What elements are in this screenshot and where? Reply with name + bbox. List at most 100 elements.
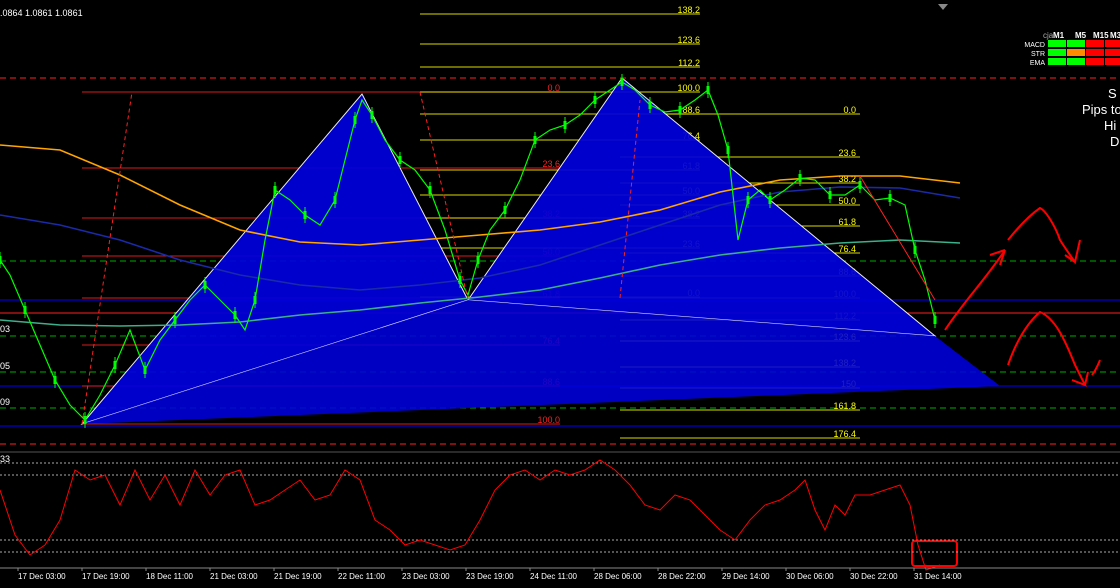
- right-panel-line4: D: [1110, 134, 1120, 149]
- fib-c-label-0: 0.0: [843, 105, 856, 115]
- fib-c-label-13: 176.4: [833, 429, 856, 439]
- candle-body-32: [428, 186, 432, 194]
- candle-body-10: [143, 366, 147, 374]
- candle-body-34: [458, 276, 462, 284]
- fib-b-label-3: 100.0: [677, 83, 700, 93]
- x-axis: 17 Dec 03:00 17 Dec 19:00 18 Dec 11:00 21 D…: [0, 567, 1120, 581]
- candle-body-38: [503, 206, 507, 214]
- candle-body-46: [620, 78, 624, 86]
- price-chart[interactable]: 0.023.638.250.061.876.488.6100.0138.2123…: [0, 0, 1120, 588]
- candle-body-68: [913, 246, 917, 254]
- x-tick-label-11: 29 Dec 14:00: [722, 572, 770, 581]
- x-tick-label-6: 23 Dec 03:00: [402, 572, 450, 581]
- right-panel-line1: S: [1108, 86, 1117, 101]
- right-panel-line3: Hi: [1104, 118, 1117, 133]
- candle-body-8: [113, 361, 117, 369]
- candle-body-62: [828, 191, 832, 199]
- panel-cell-0-1: [1067, 40, 1085, 47]
- fib-c-label-1: 23.6: [838, 148, 856, 158]
- candle-body-2: [23, 306, 27, 314]
- pattern-triangle-right[interactable]: [467, 77, 937, 337]
- candle-body-24: [333, 196, 337, 204]
- trendline-red-4[interactable]: [859, 175, 936, 301]
- candle-body-6: [83, 416, 87, 424]
- candle-body-0: [0, 256, 2, 264]
- fib-a-label-1: 23.6: [542, 159, 560, 169]
- candle-body-18: [253, 296, 257, 304]
- panel-cell-2-0: [1048, 58, 1066, 65]
- y-label-05: 05: [0, 361, 10, 371]
- annotation-box[interactable]: [911, 540, 958, 567]
- ohlc-readout: .0864 1.0861 1.0861: [0, 8, 83, 18]
- fib-c-label-3: 50.0: [838, 196, 856, 206]
- panel-cell-0-2: [1086, 40, 1104, 47]
- x-tick-label-0: 17 Dec 03:00: [18, 572, 66, 581]
- candle-body-64: [858, 181, 862, 189]
- fib-b-label-0: 138.2: [677, 5, 700, 15]
- annotation-arrow-down[interactable]: [1007, 310, 1101, 387]
- candle-body-20: [273, 186, 277, 194]
- x-tick-label-1: 17 Dec 19:00: [82, 572, 130, 581]
- candle-body-26: [353, 116, 357, 124]
- fib-a-label-7: 100.0: [537, 415, 560, 425]
- panel-cell-2-2: [1086, 58, 1104, 65]
- x-tick-label-14: 31 Dec 14:00: [914, 572, 962, 581]
- candle-body-66: [888, 194, 892, 202]
- candle-body-60: [798, 174, 802, 182]
- fib-c-label-4: 61.8: [838, 217, 856, 227]
- fib-c-label-12: 161.8: [833, 401, 856, 411]
- panel-row-label-0: MACD: [1024, 42, 1045, 49]
- x-tick-label-7: 23 Dec 19:00: [466, 572, 514, 581]
- candle-body-16: [233, 311, 237, 319]
- y-label-03: 03: [0, 324, 10, 334]
- x-tick-label-5: 22 Dec 11:00: [338, 572, 386, 581]
- candle-body-48: [648, 101, 652, 109]
- chart-scroll-arrow-icon[interactable]: [938, 4, 948, 10]
- oscillator-line: [0, 459, 941, 571]
- x-tick-label-12: 30 Dec 06:00: [786, 572, 834, 581]
- panel-row-label-1: STR: [1031, 51, 1045, 58]
- candle-body-58: [768, 196, 772, 204]
- x-tick-label-4: 21 Dec 19:00: [274, 572, 322, 581]
- y-label-09: 09: [0, 397, 10, 407]
- fib-b-label-2: 112.2: [678, 58, 700, 68]
- panel-header-2: M5: [1075, 31, 1087, 40]
- candle-body-36: [476, 256, 480, 264]
- panel-row-label-2: EMA: [1030, 60, 1046, 67]
- x-tick-label-8: 24 Dec 11:00: [530, 572, 578, 581]
- candle-body-12: [173, 316, 177, 324]
- oscillator-label: 33: [0, 454, 10, 464]
- candle-body-22: [303, 211, 307, 219]
- panel-header-3: M15: [1093, 31, 1109, 40]
- panel-cell-2-1: [1067, 58, 1085, 65]
- candle-body-14: [203, 281, 207, 289]
- annotation-arrow-up[interactable]: [944, 206, 1081, 331]
- panel-cell-1-3: [1105, 49, 1120, 56]
- panel-cell-0-3: [1105, 40, 1120, 47]
- x-tick-label-9: 28 Dec 06:00: [594, 572, 642, 581]
- fib-b-label-1: 123.6: [677, 35, 700, 45]
- panel-header-4: M3: [1110, 31, 1120, 40]
- right-panel-line2: Pips to: [1082, 102, 1120, 117]
- panel-cell-1-0: [1048, 49, 1066, 56]
- candle-body-50: [678, 106, 682, 114]
- panel-cell-1-2: [1086, 49, 1104, 56]
- x-tick-label-13: 30 Dec 22:00: [850, 572, 898, 581]
- candle-body-28: [370, 111, 374, 119]
- panel-cell-0-0: [1048, 40, 1066, 47]
- panel-cell-2-3: [1105, 58, 1120, 65]
- trading-chart-window: 0.023.638.250.061.876.488.6100.0138.2123…: [0, 0, 1120, 588]
- fib-c-label-5: 76.4: [838, 244, 856, 254]
- candle-body-52: [706, 86, 710, 94]
- x-tick-label-3: 21 Dec 03:00: [210, 572, 258, 581]
- x-tick-label-10: 28 Dec 22:00: [658, 572, 706, 581]
- candle-body-30: [398, 156, 402, 164]
- x-tick-label-2: 18 Dec 11:00: [146, 572, 194, 581]
- candle-body-70: [933, 316, 937, 324]
- candle-body-44: [593, 96, 597, 104]
- indicator-panel: cja M1 M5 M15 M3MACDSTREMA: [1024, 31, 1120, 67]
- panel-header-1: M1: [1053, 31, 1065, 40]
- candle-body-40: [533, 136, 537, 144]
- panel-cell-1-1: [1067, 49, 1085, 56]
- candle-body-42: [563, 121, 567, 129]
